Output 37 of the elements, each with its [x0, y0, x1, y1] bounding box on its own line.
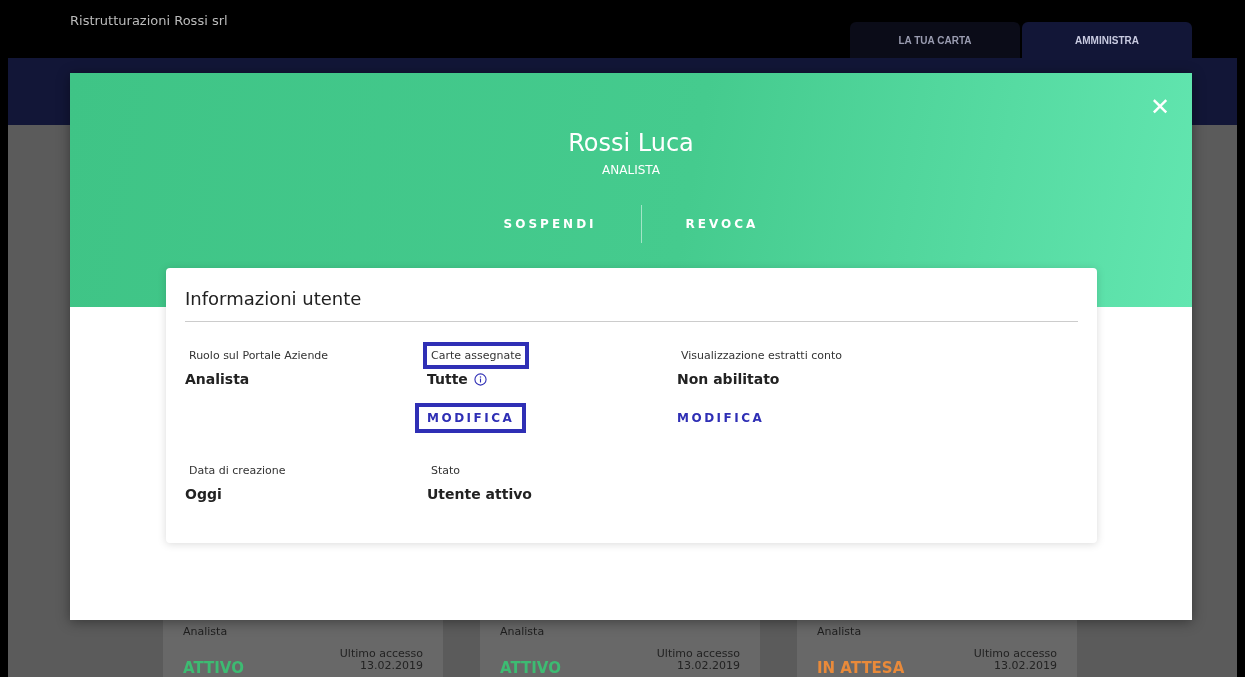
- company-name: Ristrutturazioni Rossi srl: [70, 12, 228, 28]
- last-access-date: 13.02.2019: [359, 659, 423, 672]
- close-button[interactable]: ✕: [1144, 91, 1176, 123]
- nav-tab[interactable]: AMMINISTRA: [1022, 22, 1192, 58]
- role-text: Analista: [183, 625, 229, 640]
- action-button[interactable]: REVOCA: [641, 207, 803, 241]
- role-text: Analista: [817, 625, 863, 640]
- field-value: Non abilitato: [677, 371, 780, 387]
- user-card[interactable]: Analista IN ATTESA Ultimo accesso 13.02.2019: [797, 620, 1077, 677]
- field-label: Visualizzazione estratti conto: [680, 348, 844, 364]
- field-value: Analista: [185, 371, 250, 387]
- user-role: ANALISTA: [602, 163, 660, 177]
- last-access-label: Ultimo accesso: [339, 647, 423, 660]
- nav-tab[interactable]: LA TUA CARTA: [850, 22, 1020, 58]
- status-text: IN ATTESA: [817, 659, 906, 677]
- info-icon[interactable]: [473, 372, 487, 386]
- action-button[interactable]: SOSPENDI: [459, 207, 641, 241]
- field-label: Stato: [430, 463, 462, 479]
- user-card[interactable]: Analista ATTIVO Ultimo accesso 13.02.2019: [480, 620, 760, 677]
- field-value: Tutte: [427, 371, 468, 387]
- edit-link[interactable]: MODIFICA: [665, 403, 777, 433]
- field-value: Utente attivo: [427, 486, 532, 502]
- status-text: ATTIVO: [183, 659, 245, 677]
- last-access-label: Ultimo accesso: [656, 647, 740, 660]
- last-access-date: 13.02.2019: [676, 659, 740, 672]
- role-text: Analista: [500, 625, 546, 640]
- edit-link[interactable]: MODIFICA: [415, 403, 527, 433]
- card-title: Informazioni utente: [185, 288, 1078, 322]
- user-name: Rossi Luca: [568, 129, 694, 157]
- user-card[interactable]: Analista ATTIVO Ultimo accesso 13.02.2019: [163, 620, 443, 677]
- last-access-date: 13.02.2019: [993, 659, 1057, 672]
- field-label: Carte assegnate: [423, 342, 530, 369]
- field-label: Data di creazione: [188, 463, 287, 479]
- field-label: Ruolo sul Portale Aziende: [188, 348, 330, 364]
- last-access-label: Ultimo accesso: [973, 647, 1057, 660]
- status-text: ATTIVO: [500, 659, 562, 677]
- field-value: Oggi: [185, 486, 222, 502]
